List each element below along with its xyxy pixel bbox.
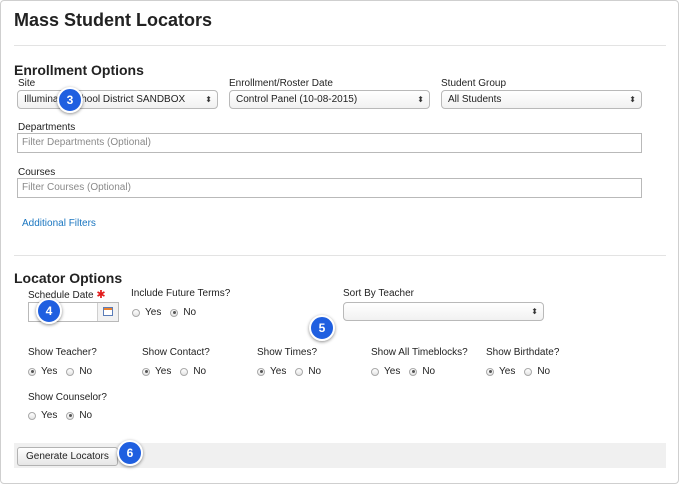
calendar-icon — [103, 307, 113, 316]
show-birthdate-yes-radio[interactable] — [486, 367, 494, 376]
show-teacher-yes-radio[interactable] — [28, 367, 36, 376]
show-counselor-label: Show Counselor? — [28, 392, 107, 403]
future-terms-no-radio[interactable] — [170, 308, 179, 317]
show-times-no-label: No — [308, 366, 322, 377]
show-birthdate-label: Show Birthdate? — [486, 347, 560, 358]
show-teacher-label: Show Teacher? — [28, 347, 97, 358]
show-counselor-no-radio[interactable] — [66, 411, 75, 420]
show-teacher-no-radio[interactable] — [66, 367, 75, 376]
site-label: Site — [18, 78, 36, 89]
show-birthdate-no-radio[interactable] — [524, 367, 533, 376]
select-arrows-icon: ⬍ — [205, 95, 212, 104]
select-arrows-icon: ⬍ — [417, 95, 424, 104]
show-contact-label: Show Contact? — [142, 347, 210, 358]
callout-badge-5: 5 — [309, 315, 335, 341]
sort-by-teacher-select[interactable]: ⬍ — [343, 302, 544, 321]
departments-label: Departments — [18, 122, 76, 133]
show-teacher-yes-label: Yes — [41, 366, 58, 377]
show-birthdate-yes-label: Yes — [499, 366, 516, 377]
future-terms-no-label: No — [183, 307, 197, 318]
show-all-timeblocks-no-label: No — [422, 366, 436, 377]
show-contact-no-label: No — [193, 366, 207, 377]
courses-label: Courses — [18, 167, 56, 178]
required-asterisk-icon: ✱ — [96, 289, 106, 301]
show-counselor-radios: Yes No — [28, 410, 101, 421]
show-counselor-yes-radio[interactable] — [28, 411, 36, 420]
show-all-timeblocks-no-radio[interactable] — [409, 367, 418, 376]
show-contact-yes-label: Yes — [155, 366, 172, 377]
page-title: Mass Student Locators — [14, 10, 213, 30]
show-all-timeblocks-radios: Yes No — [371, 366, 444, 377]
courses-input[interactable]: Filter Courses (Optional) — [17, 178, 642, 198]
roster-date-select[interactable]: Control Panel (10-08-2015) ⬍ — [229, 90, 430, 109]
show-contact-no-radio[interactable] — [180, 367, 189, 376]
show-teacher-radios: Yes No — [28, 366, 101, 377]
future-terms-yes-radio[interactable] — [132, 308, 140, 317]
callout-badge-6: 6 — [117, 440, 143, 466]
show-teacher-no-label: No — [79, 366, 93, 377]
roster-date-label: Enrollment/Roster Date — [229, 78, 333, 89]
enrollment-section-title: Enrollment Options — [14, 62, 144, 78]
sort-by-teacher-label: Sort By Teacher — [343, 288, 414, 299]
show-counselor-no-label: No — [79, 410, 93, 421]
show-times-label: Show Times? — [257, 347, 318, 358]
student-group-label: Student Group — [441, 78, 507, 89]
schedule-date-label-text: Schedule Date — [28, 290, 94, 301]
select-arrows-icon: ⬍ — [629, 95, 636, 104]
callout-badge-3: 3 — [57, 87, 83, 113]
roster-date-select-value: Control Panel (10-08-2015) — [236, 94, 358, 105]
student-group-select-value: All Students — [448, 94, 502, 105]
section-divider — [14, 255, 666, 256]
show-all-timeblocks-yes-label: Yes — [384, 366, 401, 377]
schedule-date-label: Schedule Date ✱ — [28, 288, 106, 301]
show-all-timeblocks-label: Show All Timeblocks? — [371, 347, 468, 358]
departments-input[interactable]: Filter Departments (Optional) — [17, 133, 642, 153]
show-birthdate-radios: Yes No — [486, 366, 559, 377]
site-select[interactable]: Illuminate School District SANDBOX ⬍ — [17, 90, 218, 109]
show-times-yes-label: Yes — [270, 366, 287, 377]
show-times-no-radio[interactable] — [295, 367, 304, 376]
show-contact-radios: Yes No — [142, 366, 215, 377]
show-times-radios: Yes No — [257, 366, 330, 377]
show-birthdate-no-label: No — [537, 366, 551, 377]
show-counselor-yes-label: Yes — [41, 410, 58, 421]
calendar-button[interactable] — [97, 303, 118, 321]
show-contact-yes-radio[interactable] — [142, 367, 150, 376]
site-select-value: Illuminate School District SANDBOX — [24, 94, 186, 105]
generate-locators-button[interactable]: Generate Locators — [17, 447, 118, 466]
show-times-yes-radio[interactable] — [257, 367, 265, 376]
locator-section-title: Locator Options — [14, 270, 123, 286]
future-terms-label: Include Future Terms? — [131, 288, 231, 299]
future-terms-radios: Yes No — [132, 307, 205, 318]
title-divider — [14, 45, 666, 46]
callout-badge-4: 4 — [36, 298, 62, 324]
future-terms-yes-label: Yes — [145, 307, 162, 318]
select-arrows-icon: ⬍ — [531, 307, 538, 316]
student-group-select[interactable]: All Students ⬍ — [441, 90, 642, 109]
show-all-timeblocks-yes-radio[interactable] — [371, 367, 379, 376]
additional-filters-link[interactable]: Additional Filters — [22, 218, 96, 229]
